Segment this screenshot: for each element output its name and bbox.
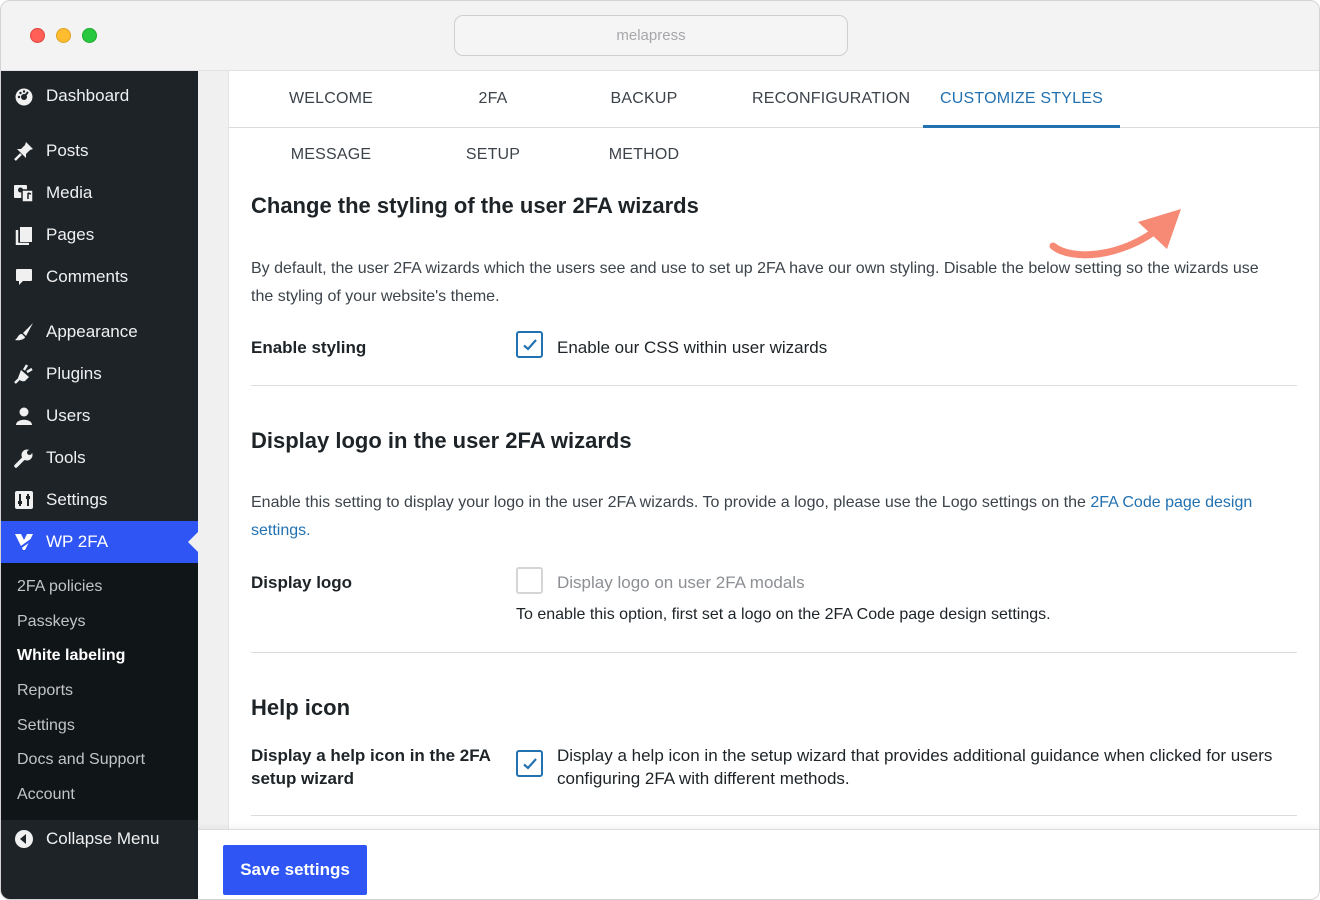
sidebar-item-label: Media xyxy=(46,183,93,202)
section-divider xyxy=(251,815,1297,816)
help-icon-label: Display a help icon in the 2FA setup wiz… xyxy=(251,746,491,788)
settings-panel: WELCOME MESSAGE 2FA SETUP BACKUP METHOD … xyxy=(228,71,1319,899)
address-bar[interactable]: melapress xyxy=(454,15,848,56)
tab-welcome-message[interactable]: WELCOME MESSAGE xyxy=(250,71,412,163)
sidebar-item-plugins[interactable]: Plugins xyxy=(1,353,198,395)
tab-bar: WELCOME MESSAGE 2FA SETUP BACKUP METHOD … xyxy=(229,71,1319,163)
annotation-arrow-icon xyxy=(1049,209,1181,259)
browser-window: melapress Dashboard Posts Media Pages Co… xyxy=(0,0,1320,900)
close-window-button[interactable] xyxy=(30,28,45,43)
wp2fa-icon xyxy=(13,531,35,553)
checkmark-icon xyxy=(522,757,537,770)
tab-2fa-setup[interactable]: 2FA SETUP xyxy=(450,71,536,163)
sidebar-item-label: Users xyxy=(46,406,91,425)
sidebar-item-label: Settings xyxy=(46,490,108,509)
dashboard-icon xyxy=(13,85,35,107)
help-icon-checkbox-label[interactable]: Display a help icon in the setup wizard … xyxy=(557,744,1277,790)
sidebar-item-posts[interactable]: Posts xyxy=(1,130,198,172)
sidebar-item-label: Comments xyxy=(46,267,129,286)
display-logo-checkbox[interactable] xyxy=(516,567,543,594)
submenu-passkeys[interactable]: Passkeys xyxy=(17,613,85,631)
collapse-menu-label: Collapse Menu xyxy=(46,829,160,848)
sidebar-item-wp-2fa[interactable]: WP 2FA xyxy=(1,521,198,563)
sidebar-item-label: Appearance xyxy=(46,322,138,341)
enable-styling-checkbox-label[interactable]: Enable our CSS within user wizards xyxy=(557,336,827,359)
sidebar-item-media[interactable]: Media xyxy=(1,172,198,214)
wrench-icon xyxy=(13,447,35,469)
tab-backup-method[interactable]: BACKUP METHOD xyxy=(574,71,714,163)
sidebar-item-appearance[interactable]: Appearance xyxy=(1,311,198,353)
help-icon-checkbox[interactable] xyxy=(516,750,543,777)
sidebar-item-pages[interactable]: Pages xyxy=(1,214,198,256)
display-logo-label: Display logo xyxy=(251,573,353,592)
wp-2fa-submenu: 2FA policies Passkeys White labeling Rep… xyxy=(1,563,198,820)
section-title-logo: Display logo in the user 2FA wizards xyxy=(251,428,632,453)
section-divider xyxy=(251,385,1297,386)
maximize-window-button[interactable] xyxy=(82,28,97,43)
section-title-styling: Change the styling of the user 2FA wizar… xyxy=(251,193,699,218)
sidebar-item-label: WP 2FA xyxy=(46,532,109,551)
sidebar-item-label: Pages xyxy=(46,225,95,244)
main-content: WELCOME MESSAGE 2FA SETUP BACKUP METHOD … xyxy=(198,71,1319,899)
settings-icon xyxy=(13,489,35,511)
plug-icon xyxy=(13,363,35,385)
submenu-docs-support[interactable]: Docs and Support xyxy=(17,751,145,769)
submenu-reports[interactable]: Reports xyxy=(17,682,73,700)
submenu-settings[interactable]: Settings xyxy=(17,717,75,735)
sidebar-item-comments[interactable]: Comments xyxy=(1,256,198,298)
checkmark-icon xyxy=(522,338,537,351)
pin-icon xyxy=(13,140,35,162)
user-icon xyxy=(13,405,35,427)
sidebar-item-users[interactable]: Users xyxy=(1,395,198,437)
display-logo-note: To enable this option, first set a logo … xyxy=(516,606,1051,623)
section-description-logo: Enable this setting to display your logo… xyxy=(251,494,1253,539)
title-bar: melapress xyxy=(1,1,1319,71)
submenu-2fa-policies[interactable]: 2FA policies xyxy=(17,578,102,596)
comment-icon xyxy=(13,266,35,288)
settings-footer: Save settings xyxy=(198,829,1319,899)
collapse-menu-button[interactable]: Collapse Menu xyxy=(1,818,198,860)
collapse-icon xyxy=(13,828,35,850)
sidebar-item-tools[interactable]: Tools xyxy=(1,437,198,479)
minimize-window-button[interactable] xyxy=(56,28,71,43)
brush-icon xyxy=(13,321,35,343)
sidebar-item-label: Plugins xyxy=(46,364,102,383)
sidebar-item-dashboard[interactable]: Dashboard xyxy=(1,75,198,117)
sidebar-item-label: Posts xyxy=(46,141,89,160)
enable-styling-checkbox[interactable] xyxy=(516,331,543,358)
sidebar-item-label: Dashboard xyxy=(46,86,130,105)
admin-sidebar: Dashboard Posts Media Pages Comments App… xyxy=(1,71,198,899)
submenu-white-labeling[interactable]: White labeling xyxy=(17,647,125,665)
submenu-account[interactable]: Account xyxy=(17,786,75,804)
sidebar-item-label: Tools xyxy=(46,448,86,467)
tab-customize-styles[interactable]: CUSTOMIZE STYLES xyxy=(923,71,1120,128)
sidebar-item-settings[interactable]: Settings xyxy=(1,479,198,521)
section-title-help: Help icon xyxy=(251,695,351,720)
display-logo-checkbox-label[interactable]: Display logo on user 2FA modals xyxy=(557,571,805,594)
pages-icon xyxy=(13,224,35,246)
media-icon xyxy=(13,182,35,204)
tab-reconfiguration[interactable]: RECONFIGURATION xyxy=(752,71,910,128)
enable-styling-label: Enable styling xyxy=(251,338,367,357)
section-divider xyxy=(251,652,1297,653)
save-settings-button[interactable]: Save settings xyxy=(223,845,367,895)
